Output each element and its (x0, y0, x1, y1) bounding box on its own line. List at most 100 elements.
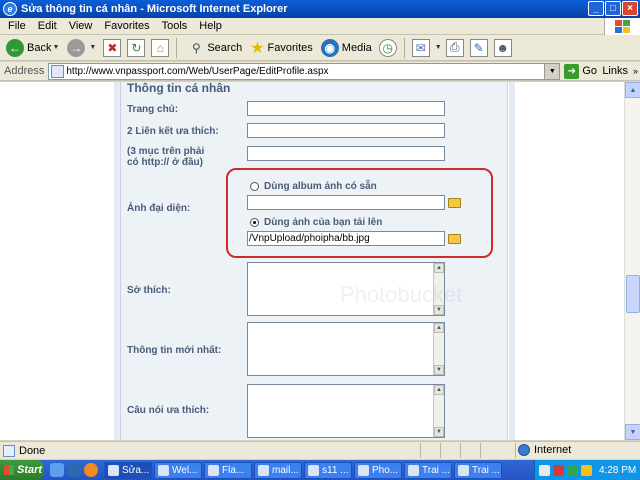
favorite-links-input-2[interactable] (247, 146, 445, 161)
desktop-icon[interactable] (67, 463, 81, 477)
back-label: Back (27, 41, 52, 54)
media-button[interactable]: ◉ Media (318, 37, 375, 59)
menu-favorites[interactable]: Favorites (98, 20, 155, 32)
status-divider (515, 443, 516, 458)
media-label: Media (341, 41, 372, 54)
task-button[interactable]: Wel... (154, 461, 202, 479)
favorites-button[interactable]: ★ Favorites (247, 37, 316, 59)
media-player-icon[interactable] (84, 463, 98, 477)
messenger-icon[interactable]: ☻ (493, 38, 512, 57)
scroll-up-icon[interactable]: ▲ (434, 385, 444, 395)
tray-app-icon[interactable] (581, 464, 592, 476)
menu-tools[interactable]: Tools (156, 20, 194, 32)
refresh-icon[interactable]: ↻ (127, 38, 146, 57)
forward-dropdown-icon[interactable]: ▼ (89, 44, 96, 51)
avatar-upload-radio[interactable] (250, 218, 259, 227)
latest-info-label: Thông tin mới nhất: (127, 345, 222, 356)
textarea-scrollbar[interactable]: ▲ ▼ (433, 385, 444, 437)
scroll-down-icon[interactable]: ▼ (434, 365, 444, 375)
address-dropdown-icon[interactable]: ▼ (544, 63, 560, 79)
search-button[interactable]: ⚲ Search (182, 37, 245, 59)
homepage-input[interactable] (247, 101, 445, 116)
latest-info-textarea[interactable]: ▲ ▼ (247, 322, 445, 376)
history-icon[interactable]: ◷ (378, 38, 397, 57)
stop-icon[interactable]: ✖ (103, 38, 122, 57)
go-label: Go (582, 65, 598, 77)
menu-help[interactable]: Help (193, 20, 228, 32)
mail-icon[interactable]: ✉ (411, 38, 430, 57)
folder-icon[interactable] (448, 234, 461, 244)
home-icon[interactable]: ⌂ (151, 38, 170, 57)
mail-dropdown-icon[interactable]: ▼ (435, 44, 442, 51)
menu-edit[interactable]: Edit (32, 20, 63, 32)
task-button[interactable]: s11 ... (304, 461, 352, 479)
task-button[interactable]: Trai ... (404, 461, 452, 479)
go-button[interactable]: ➜ Go (564, 63, 598, 79)
window-icon (158, 464, 169, 476)
clock: 4:28 PM (599, 464, 637, 476)
edit-icon[interactable]: ✎ (469, 38, 488, 57)
avatar-album-radio[interactable] (250, 182, 259, 191)
address-url[interactable]: http://www.vnpassport.com/Web/UserPage/E… (66, 66, 328, 77)
task-label: Sửa... (122, 464, 150, 476)
avatar-album-input[interactable] (247, 195, 445, 210)
window-icon (308, 464, 319, 476)
favorite-links-input[interactable] (247, 123, 445, 138)
homepage-label: Trang chủ: (127, 104, 179, 115)
page-icon (51, 64, 65, 78)
task-button[interactable]: Sửa... (104, 461, 152, 479)
menu-bar: File Edit View Favorites Tools Help (0, 18, 640, 35)
menu-file[interactable]: File (2, 20, 32, 32)
task-button[interactable]: Pho... (354, 461, 402, 479)
avatar-upload-input[interactable]: /VnpUpload/phoipha/bb.jpg (247, 231, 445, 246)
back-dropdown-icon[interactable]: ▼ (52, 44, 59, 51)
scroll-down-icon[interactable]: ▼ (434, 427, 444, 437)
folder-icon[interactable] (448, 198, 461, 208)
page-done-icon (3, 444, 15, 457)
scroll-thumb[interactable] (626, 275, 640, 313)
search-label: Search (207, 41, 243, 54)
textarea-scrollbar[interactable]: ▲ ▼ (433, 323, 444, 375)
status-divider (420, 443, 421, 458)
photobucket-watermark: Photobucket (340, 282, 463, 307)
ie-quicklaunch-icon[interactable] (50, 463, 64, 477)
print-icon[interactable]: ⎙ (445, 38, 464, 57)
back-button[interactable]: ← Back ▼ (3, 37, 62, 59)
avatar-upload-option[interactable]: Dùng ảnh của bạn tải lên (250, 217, 382, 228)
favorite-quote-textarea[interactable]: ▲ ▼ (247, 384, 445, 438)
address-input[interactable]: http://www.vnpassport.com/Web/UserPage/E… (48, 62, 561, 80)
task-button[interactable]: Trai ... (454, 461, 502, 479)
scroll-down-icon[interactable]: ▼ (625, 424, 640, 440)
toolbar-separator (403, 37, 405, 58)
links-button[interactable]: Links (602, 65, 628, 77)
status-text-area: Done (0, 444, 200, 457)
scroll-up-icon[interactable]: ▲ (434, 263, 444, 273)
language-icon[interactable] (539, 464, 550, 476)
messenger-tray-icon[interactable] (567, 464, 578, 476)
close-button[interactable]: × (622, 1, 638, 16)
minimize-button[interactable]: _ (588, 1, 604, 16)
avatar-album-option[interactable]: Dùng album ảnh có sẵn (250, 181, 377, 192)
standard-toolbar: ← Back ▼ → ▼ ✖ ↻ ⌂ ⚲ Search ★ Favorites … (0, 35, 640, 61)
system-tray: 4:28 PM (534, 460, 640, 480)
menu-view[interactable]: View (63, 20, 99, 32)
media-icon: ◉ (320, 38, 339, 57)
window-icon (408, 464, 419, 476)
tray-app-icon[interactable] (553, 464, 564, 476)
scroll-up-icon[interactable]: ▲ (434, 323, 444, 333)
window-icon (208, 464, 219, 476)
status-divider (440, 443, 441, 458)
window-title: Sửa thông tin cá nhân - Microsoft Intern… (21, 3, 288, 15)
task-button[interactable]: mail... (254, 461, 302, 479)
page-scrollbar[interactable]: ▲ ▼ (624, 82, 640, 440)
forward-button[interactable]: → ▼ (64, 37, 99, 59)
start-button[interactable]: Start (0, 460, 44, 480)
windows-flag-icon (4, 465, 14, 475)
task-label: Trai ... (422, 464, 450, 476)
maximize-button[interactable]: □ (605, 1, 621, 16)
links-chevron-icon[interactable]: » (633, 66, 638, 76)
task-button[interactable]: Fla... (204, 461, 252, 479)
task-label: Wel... (172, 464, 198, 476)
scroll-up-icon[interactable]: ▲ (625, 82, 640, 98)
task-label: Fla... (222, 464, 245, 476)
